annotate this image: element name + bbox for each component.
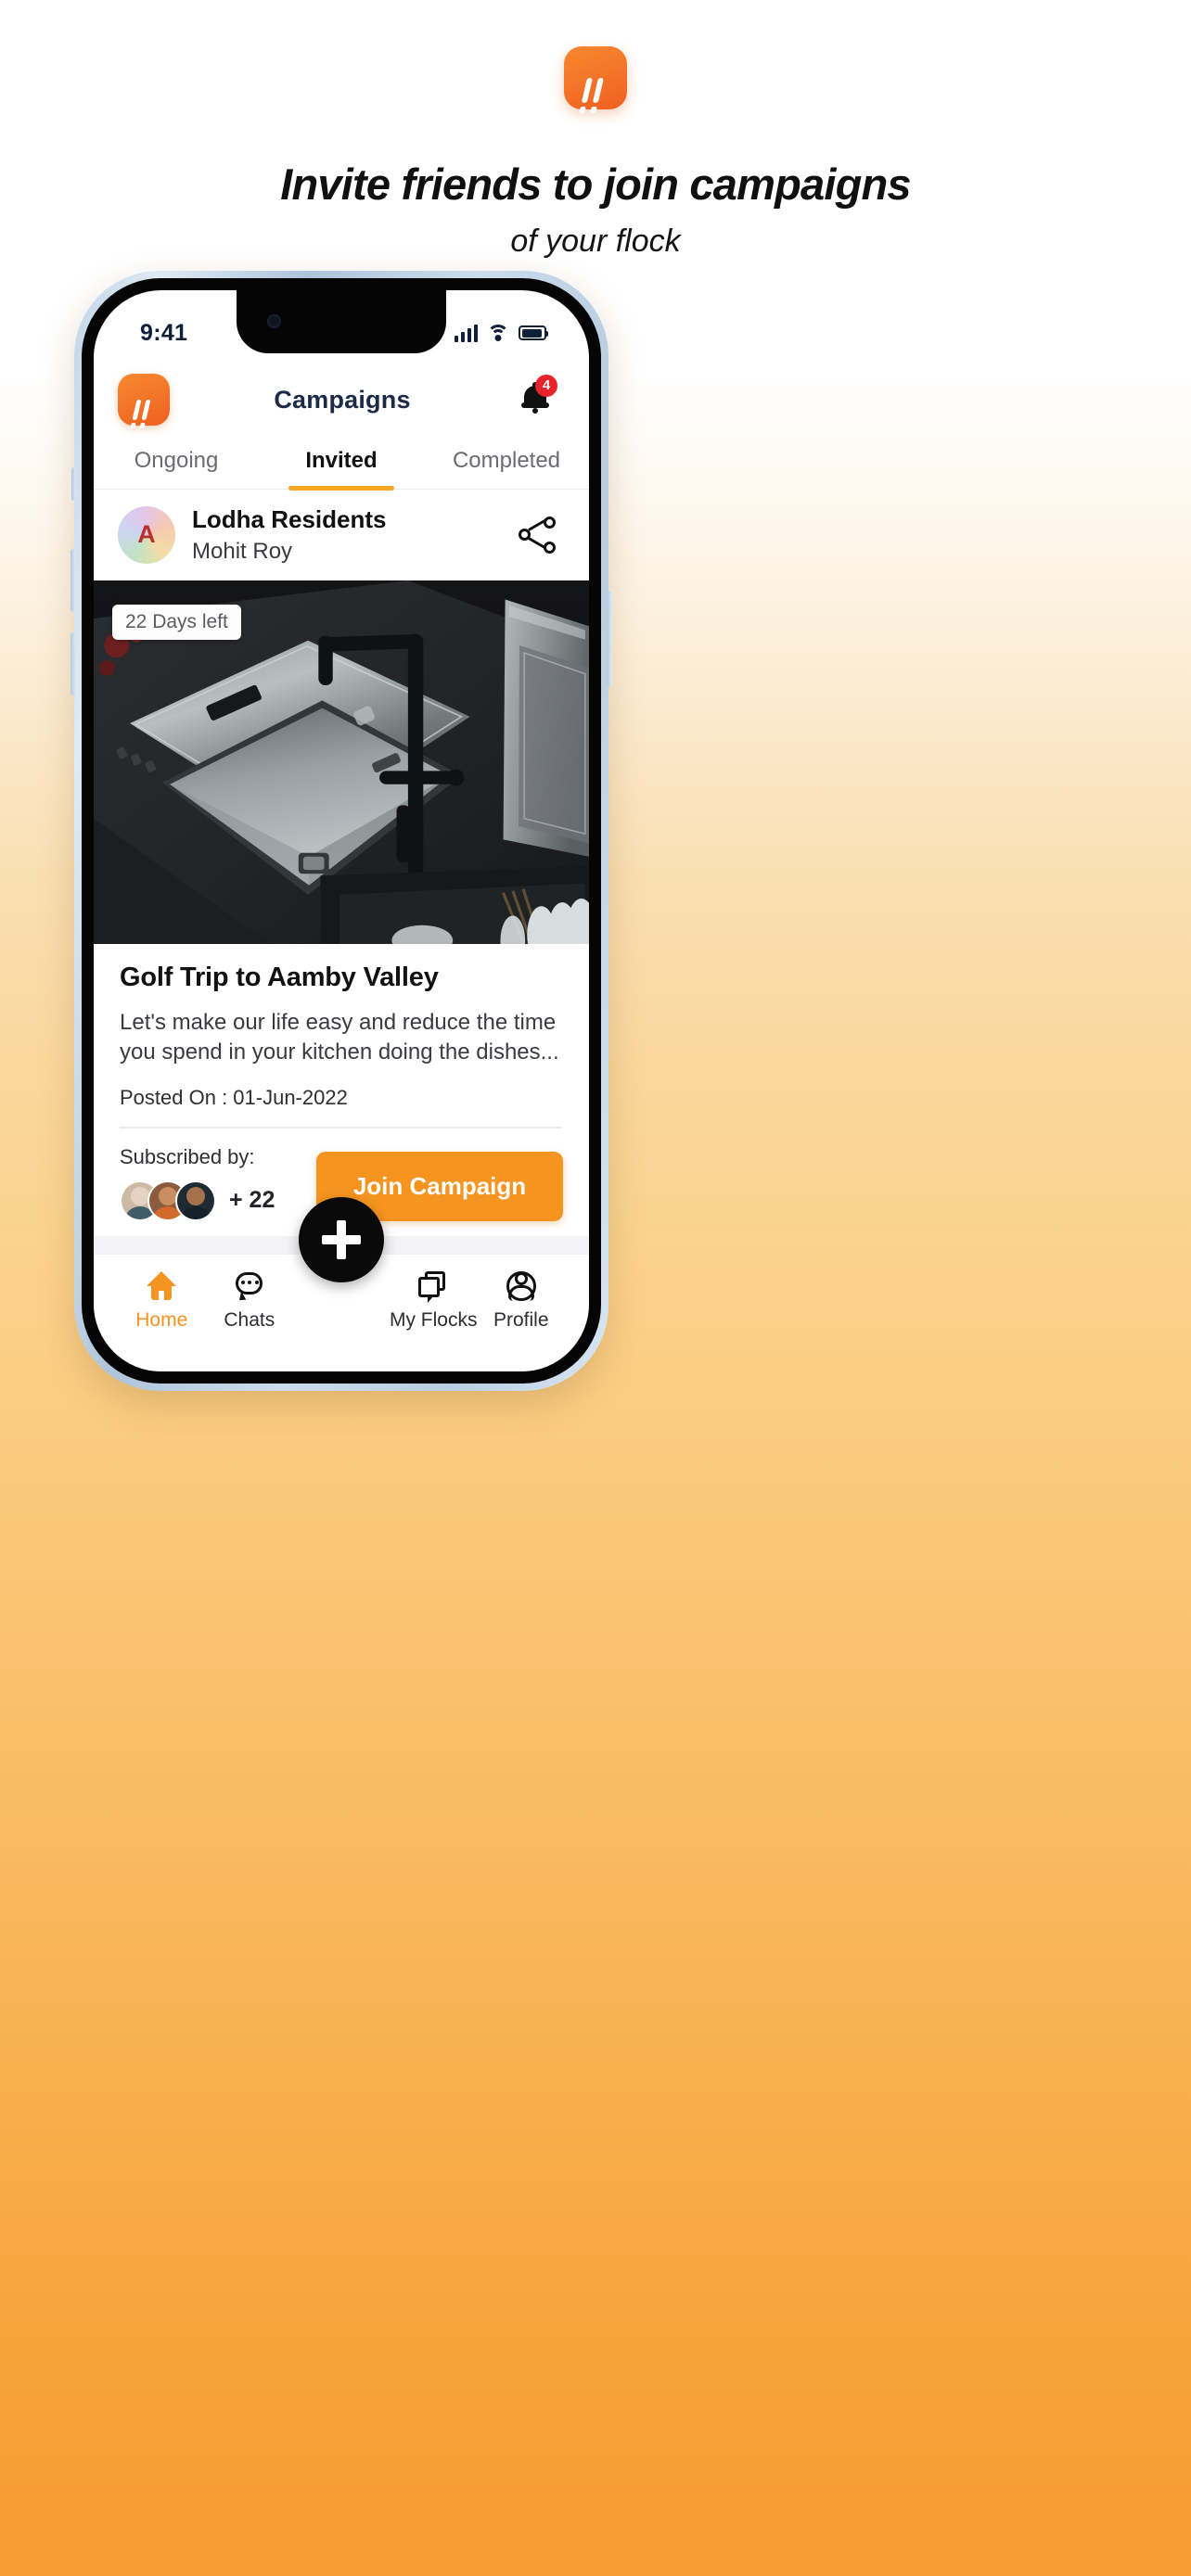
tab-completed[interactable]: Completed xyxy=(424,437,589,489)
campaign-title: Golf Trip to Aamby Valley xyxy=(120,962,439,992)
hero-section: Invite friends to join campaigns of your… xyxy=(0,0,1191,260)
nav-item-home[interactable]: Home xyxy=(118,1271,206,1332)
nav-label-my-flocks: My Flocks xyxy=(389,1309,478,1331)
subscriber-avatar xyxy=(175,1180,216,1221)
double-exclamation-logo-icon xyxy=(564,46,627,109)
subscriber-count: + 22 xyxy=(229,1187,275,1214)
notification-badge: 4 xyxy=(535,375,557,397)
home-icon xyxy=(146,1271,177,1301)
phone-screen: 9:41 Campaigns 4 Ongoing Invited Complet… xyxy=(94,290,589,1371)
status-bar-icons xyxy=(454,324,548,342)
campaign-body: Golf Trip to Aamby Valley Let's make our… xyxy=(94,944,589,1129)
days-left-badge: 22 Days left xyxy=(112,604,241,640)
avatar: A xyxy=(118,505,175,564)
nav-item-profile[interactable]: Profile xyxy=(478,1271,566,1332)
tab-ongoing[interactable]: Ongoing xyxy=(94,437,259,489)
device-notch xyxy=(237,290,446,353)
power-button[interactable] xyxy=(607,591,612,687)
share-icon[interactable] xyxy=(517,515,557,555)
nav-item-chats[interactable]: Chats xyxy=(206,1271,294,1332)
battery-full-icon xyxy=(519,325,548,340)
phone-mockup: 9:41 Campaigns 4 Ongoing Invited Complet… xyxy=(70,271,612,1391)
subscribed-by-label: Subscribed by: xyxy=(120,1144,255,1168)
chat-bubble-icon xyxy=(234,1271,265,1302)
nav-label-chats: Chats xyxy=(224,1309,275,1331)
notification-bell-button[interactable]: 4 xyxy=(515,375,557,421)
nav-label-home: Home xyxy=(135,1309,188,1331)
tab-invited[interactable]: Invited xyxy=(259,437,424,491)
volume-down-button[interactable] xyxy=(70,632,76,695)
app-logo-icon[interactable] xyxy=(118,374,170,426)
flock-header-row[interactable]: A Lodha Residents Mohit Roy xyxy=(94,490,589,580)
person-icon xyxy=(506,1271,537,1301)
plus-icon xyxy=(322,1220,361,1259)
nav-label-profile: Profile xyxy=(493,1309,549,1331)
phone-frame: 9:41 Campaigns 4 Ongoing Invited Complet… xyxy=(70,271,612,1391)
flock-name: Lodha Residents xyxy=(192,505,387,533)
flocks-icon xyxy=(417,1271,449,1303)
campaign-tabs: Ongoing Invited Completed xyxy=(94,437,589,491)
phone-bezel: 9:41 Campaigns 4 Ongoing Invited Complet… xyxy=(82,278,601,1384)
wifi-icon xyxy=(487,325,509,341)
app-header: Campaigns 4 xyxy=(94,361,589,437)
flock-owner: Mohit Roy xyxy=(192,538,293,564)
campaign-image: 22 Days left xyxy=(94,580,589,944)
campaign-posted-on: Posted On : 01-Jun-2022 xyxy=(120,1086,348,1110)
page-headline: Invite friends to join campaigns xyxy=(280,159,911,209)
silent-switch[interactable] xyxy=(71,467,76,501)
campaign-card: A Lodha Residents Mohit Roy 22 Days left… xyxy=(94,490,589,1273)
subscribers-block: Subscribed by: + 22 xyxy=(120,1145,275,1221)
cellular-signal-icon xyxy=(454,324,478,342)
page-subheadline: of your flock xyxy=(510,223,681,259)
front-camera-icon xyxy=(267,314,281,328)
flock-meta: Lodha Residents Mohit Roy xyxy=(192,504,500,566)
volume-up-button[interactable] xyxy=(70,549,76,612)
subscriber-avatars[interactable]: + 22 xyxy=(120,1180,275,1221)
nav-item-my-flocks[interactable]: My Flocks xyxy=(390,1271,478,1332)
campaign-description: Let's make our life easy and reduce the … xyxy=(120,1009,559,1065)
status-bar-time: 9:41 xyxy=(140,319,188,346)
add-campaign-fab[interactable] xyxy=(299,1197,384,1282)
page-title: Campaigns xyxy=(274,385,411,414)
